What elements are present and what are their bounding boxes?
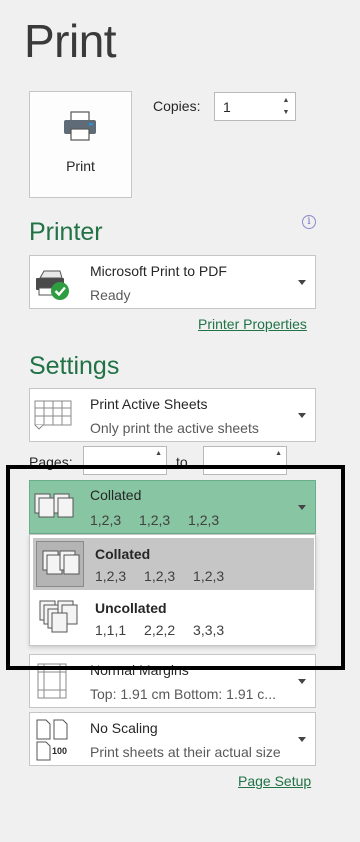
scaling-dropdown[interactable]: 100 No Scaling Print sheets at their act… — [29, 712, 316, 766]
collation-dropdown[interactable]: Collated 1,2,3 1,2,3 1,2,3 — [29, 480, 316, 534]
sheets-icon — [34, 400, 72, 430]
margins-subtitle: Top: 1.91 cm Bottom: 1.91 c... — [90, 686, 276, 702]
collation-selected-title: Collated — [90, 487, 142, 503]
info-icon[interactable]: i — [302, 215, 316, 229]
printer-name: Microsoft Print to PDF — [90, 263, 227, 279]
copies-decrement-button[interactable]: ▼ — [279, 107, 293, 119]
pages-to-label: to — [176, 454, 188, 470]
pages-from-input[interactable]: ▲ — [83, 446, 167, 475]
chevron-down-icon — [298, 413, 306, 418]
pages-from-spin-icon[interactable]: ▲ — [155, 450, 162, 457]
chevron-down-icon — [298, 280, 306, 285]
printer-heading: Printer — [29, 218, 103, 246]
collated-option-title: Collated — [95, 546, 151, 562]
settings-heading: Settings — [29, 352, 120, 380]
scaling-title: No Scaling — [90, 720, 158, 736]
print-what-title: Print Active Sheets — [90, 396, 208, 412]
copies-input[interactable]: 1 ▲ ▼ — [214, 92, 296, 121]
margins-icon — [37, 663, 67, 699]
page-setup-link[interactable]: Page Setup — [238, 773, 311, 789]
chevron-down-icon — [298, 679, 306, 684]
collated-icon — [34, 493, 74, 518]
printer-dropdown[interactable]: Microsoft Print to PDF Ready — [29, 255, 316, 309]
uncollated-option[interactable]: Uncollated 1,1,1 2,2,2 3,3,3 — [33, 592, 314, 644]
print-button[interactable]: Print — [29, 91, 132, 198]
copies-label: Copies: — [153, 98, 201, 114]
print-what-subtitle: Only print the active sheets — [90, 420, 259, 436]
pages-to-input[interactable]: ▲ — [203, 446, 287, 475]
uncollated-icon — [39, 600, 78, 633]
collated-option-detail: 1,2,3 1,2,3 1,2,3 — [95, 568, 225, 584]
chevron-down-icon — [298, 505, 306, 510]
pages-label: Pages: — [29, 454, 73, 470]
collated-icon — [36, 541, 84, 587]
collation-selected-detail: 1,2,3 1,2,3 1,2,3 — [90, 512, 220, 528]
uncollated-option-title: Uncollated — [95, 600, 167, 616]
printer-icon — [64, 111, 96, 141]
pages-to-spin-icon[interactable]: ▲ — [275, 450, 282, 457]
print-what-dropdown[interactable]: Print Active Sheets Only print the activ… — [29, 388, 316, 442]
scaling-icon-text: 100 — [52, 746, 68, 756]
copies-increment-button[interactable]: ▲ — [279, 95, 293, 107]
margins-dropdown[interactable]: Normal Margins Top: 1.91 cm Bottom: 1.91… — [29, 654, 316, 708]
uncollated-option-detail: 1,1,1 2,2,2 3,3,3 — [95, 622, 225, 638]
printer-status: Ready — [90, 287, 131, 303]
pdf-printer-icon — [36, 270, 69, 300]
margins-title: Normal Margins — [90, 662, 189, 678]
chevron-down-icon — [298, 737, 306, 742]
print-button-label: Print — [66, 158, 95, 174]
collation-options-menu: Collated 1,2,3 1,2,3 1,2,3 Uncollated 1,… — [29, 534, 316, 646]
copies-value: 1 — [223, 99, 231, 115]
printer-properties-link[interactable]: Printer Properties — [198, 316, 307, 332]
scaling-subtitle: Print sheets at their actual size — [90, 744, 281, 760]
collated-option[interactable]: Collated 1,2,3 1,2,3 1,2,3 — [33, 538, 314, 590]
page-title: Print — [24, 15, 117, 67]
